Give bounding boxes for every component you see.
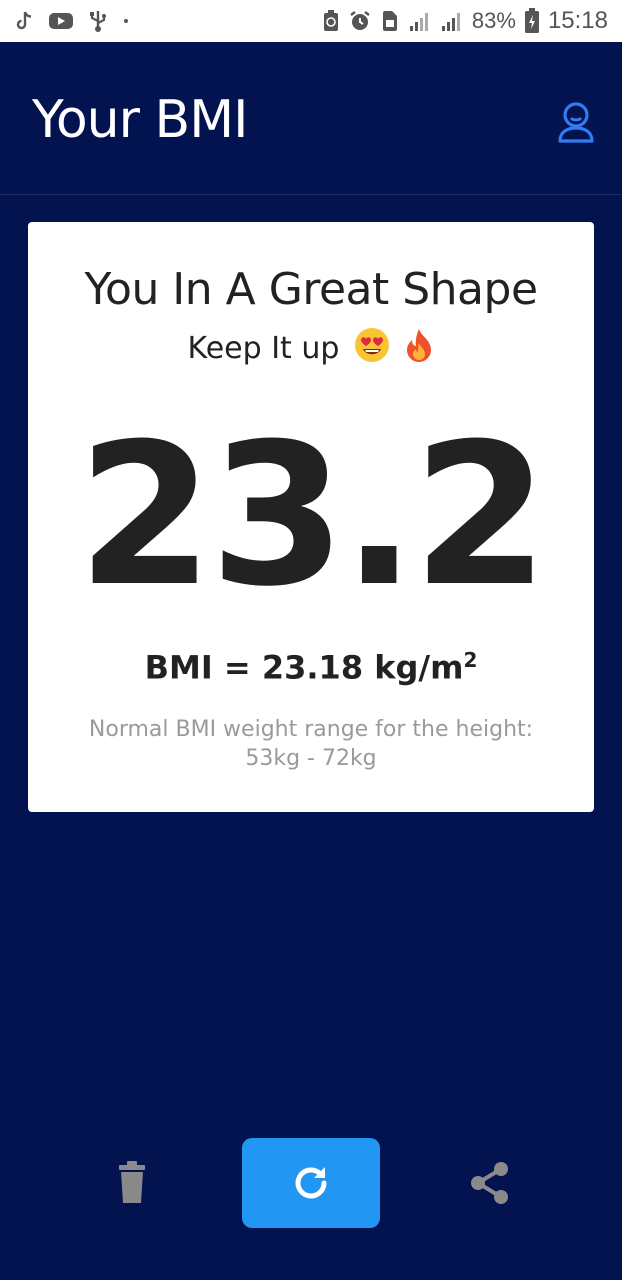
delete-button[interactable] xyxy=(112,1160,152,1206)
share-icon xyxy=(471,1162,508,1204)
signal-1-icon xyxy=(408,10,432,32)
refresh-icon xyxy=(295,1167,327,1199)
bmi-prefix: BMI = xyxy=(144,648,262,687)
normal-weight-range: Normal BMI weight range for the height: … xyxy=(58,716,564,773)
sim-icon xyxy=(380,9,400,33)
bmi-value-large: 23.2 xyxy=(77,402,549,630)
result-headline: You In A Great Shape xyxy=(84,264,538,315)
bmi-exact-value: 23.18 xyxy=(261,648,364,687)
result-subline: Keep It up xyxy=(28,326,594,373)
refresh-button[interactable] xyxy=(242,1138,380,1228)
fire-emoji-icon xyxy=(404,327,434,372)
trash-icon xyxy=(119,1161,145,1203)
clock: 15:18 xyxy=(547,7,608,34)
share-button[interactable] xyxy=(468,1160,512,1206)
signal-2-icon xyxy=(440,10,464,32)
bmi-equation: BMI = 23.18 kg/m2 xyxy=(28,648,594,687)
user-profile-icon xyxy=(558,102,594,143)
subline-text: Keep It up xyxy=(187,331,340,366)
usb-icon xyxy=(88,9,108,33)
alarm-icon xyxy=(348,9,372,33)
battery-charging-icon xyxy=(524,8,540,34)
dot-icon xyxy=(122,17,130,25)
bmi-unit-exponent: 2 xyxy=(463,648,478,672)
battery-percentage: 83% xyxy=(471,8,516,33)
profile-button[interactable] xyxy=(556,100,596,144)
page-title: Your BMI xyxy=(32,90,248,150)
tiktok-icon xyxy=(14,10,34,32)
bmi-unit: kg/m xyxy=(374,648,464,687)
normal-range-value: 53kg - 72kg xyxy=(245,745,377,771)
status-bar: 83% 15:18 xyxy=(0,0,622,42)
normal-range-label: Normal BMI weight range for the height: xyxy=(88,717,534,742)
battery-saver-icon xyxy=(322,9,340,33)
youtube-icon xyxy=(48,11,74,31)
bmi-result-card: You In A Great Shape Keep It up 23.2 BMI… xyxy=(28,222,594,812)
app-bar: Your BMI xyxy=(0,42,622,195)
heart-eyes-emoji-icon xyxy=(353,326,391,373)
